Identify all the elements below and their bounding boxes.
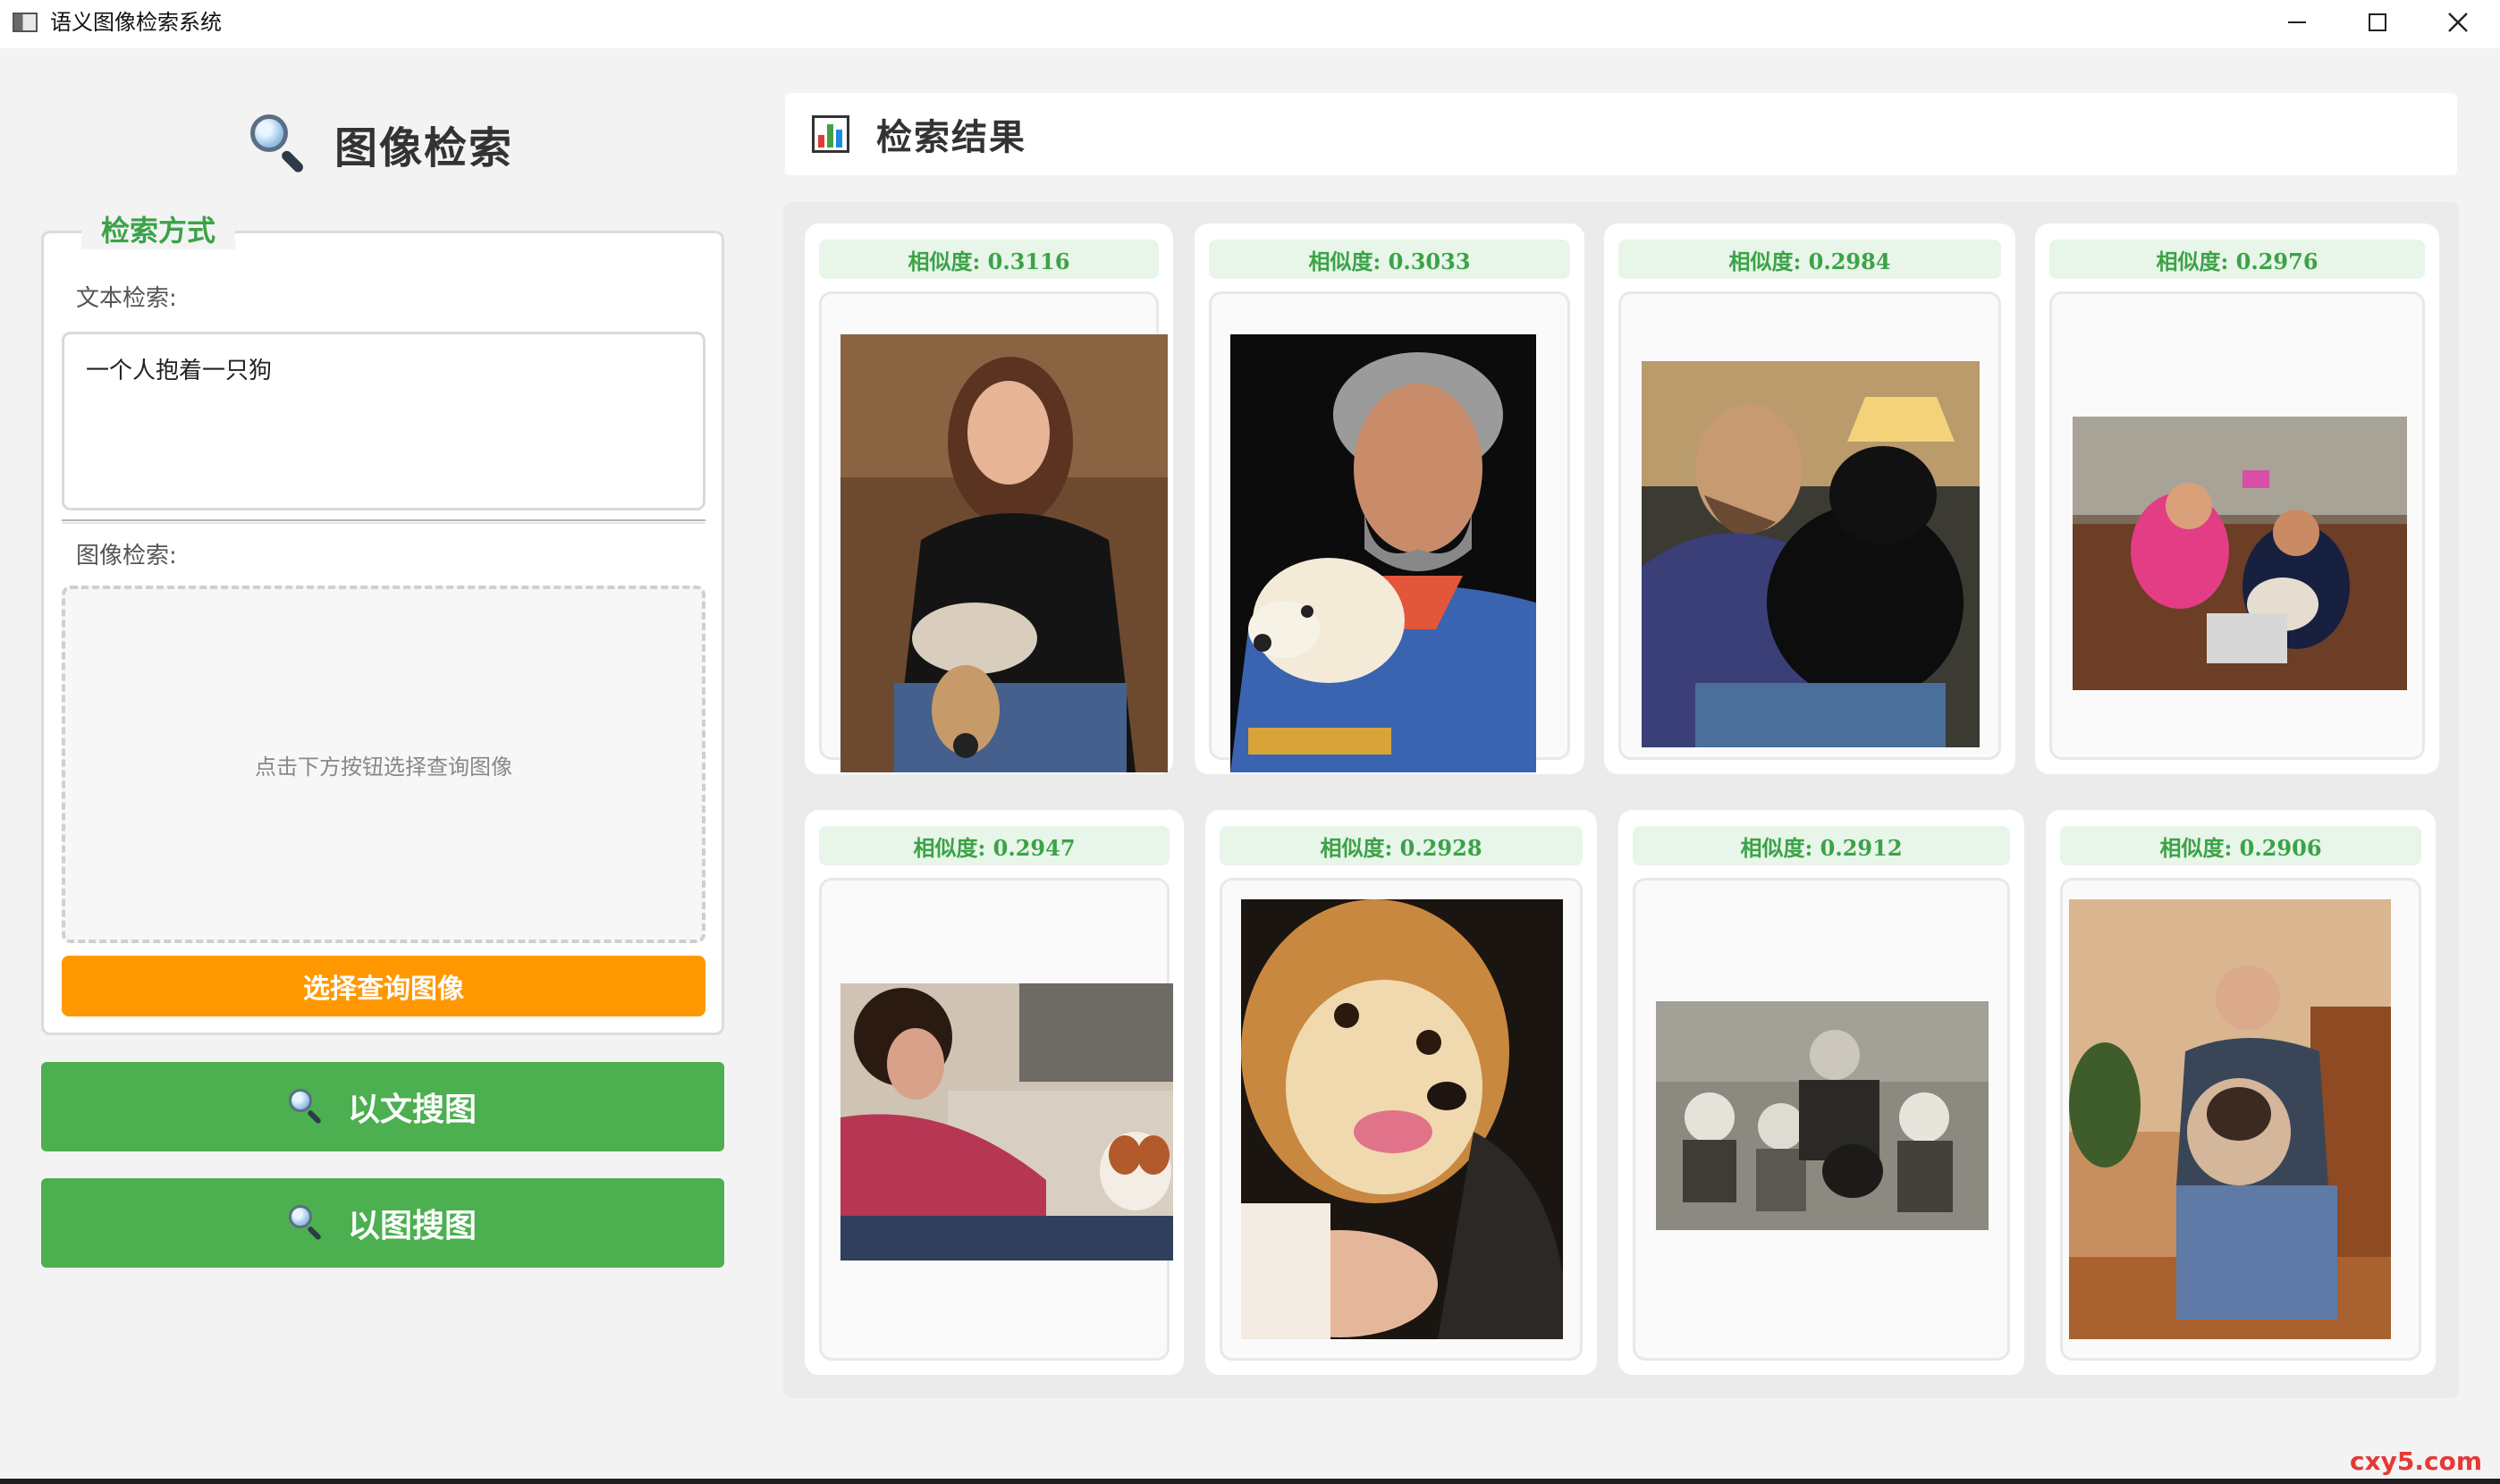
result-image	[2069, 899, 2391, 1339]
search-icon	[288, 1205, 325, 1242]
watermark: cxy5.com	[2350, 1446, 2483, 1476]
result-card[interactable]: 相似度: 0.2912	[1618, 810, 2024, 1375]
divider	[62, 519, 705, 524]
search-icon	[288, 1089, 325, 1126]
result-card[interactable]: 相似度: 0.2984	[1604, 223, 2015, 774]
image-to-image-search-button[interactable]: 以图搜图	[41, 1178, 724, 1268]
result-card[interactable]: 相似度: 0.2906	[2046, 810, 2436, 1375]
similarity-score: 相似度: 0.3116	[819, 240, 1159, 279]
search-method-group: 检索方式 文本检索: 一个人抱着一只狗 图像检索: 点击下方按钮选择查询图像 选…	[41, 208, 724, 1035]
similarity-score: 相似度: 0.2984	[1618, 240, 2001, 279]
result-card[interactable]: 相似度: 0.2928	[1205, 810, 1597, 1375]
magnifier-icon	[250, 114, 309, 174]
results-grid: 相似度: 0.3116 相似度: 0.3033 相似度: 0.2984 相似度:…	[783, 202, 2459, 1398]
result-image	[1230, 334, 1536, 772]
result-image	[1656, 1001, 1989, 1230]
result-image	[840, 983, 1173, 1261]
similarity-score: 相似度: 0.2912	[1633, 826, 2010, 865]
text-search-input[interactable]: 一个人抱着一只狗	[62, 332, 705, 510]
bar-chart-icon	[812, 115, 849, 153]
image-search-label: 图像检索:	[76, 543, 177, 569]
minimize-icon	[2288, 21, 2306, 23]
text-to-image-search-button[interactable]: 以文搜图	[41, 1062, 724, 1151]
maximize-icon	[2369, 13, 2386, 31]
similarity-score: 相似度: 0.2947	[819, 826, 1170, 865]
result-card[interactable]: 相似度: 0.2976	[2035, 223, 2439, 774]
query-image-placeholder: 点击下方按钮选择查询图像	[255, 754, 512, 780]
result-card[interactable]: 相似度: 0.2947	[805, 810, 1184, 1375]
text-search-label: 文本检索:	[76, 285, 177, 312]
result-image	[2073, 417, 2407, 690]
app-icon	[13, 13, 38, 32]
title-bar: 语义图像检索系统	[0, 0, 2500, 48]
close-icon	[2448, 13, 2468, 32]
image-to-image-search-label: 以图搜图	[347, 1207, 477, 1244]
results-header: 检索结果	[785, 93, 2457, 175]
similarity-score: 相似度: 0.2928	[1220, 826, 1583, 865]
similarity-score: 相似度: 0.2906	[2060, 826, 2421, 865]
maximize-button[interactable]	[2337, 0, 2418, 45]
similarity-score: 相似度: 0.3033	[1209, 240, 1570, 279]
similarity-score: 相似度: 0.2976	[2049, 240, 2425, 279]
group-title: 检索方式	[81, 208, 236, 249]
result-image	[1642, 361, 1980, 747]
result-card[interactable]: 相似度: 0.3116	[805, 223, 1173, 774]
query-image-area[interactable]: 点击下方按钮选择查询图像	[62, 586, 705, 943]
result-image	[1241, 899, 1563, 1339]
results-title: 检索结果	[876, 116, 1026, 158]
text-to-image-search-label: 以文搜图	[347, 1091, 477, 1128]
close-button[interactable]	[2418, 0, 2498, 45]
window-title: 语义图像检索系统	[50, 10, 222, 35]
page-title: 图像检索	[334, 123, 514, 173]
result-card[interactable]: 相似度: 0.3033	[1195, 223, 1584, 774]
choose-image-button[interactable]: 选择查询图像	[62, 956, 705, 1016]
bottom-border	[0, 1479, 2500, 1484]
result-image	[840, 334, 1168, 772]
search-panel-title: 图像检索	[250, 113, 513, 175]
minimize-button[interactable]	[2257, 0, 2337, 45]
